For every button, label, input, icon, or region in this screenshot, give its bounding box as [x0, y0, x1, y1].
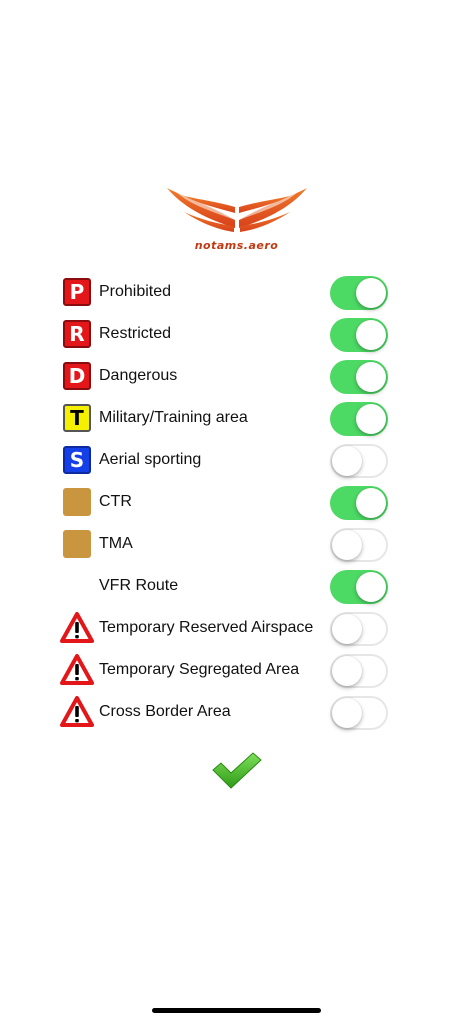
toggle-knob	[332, 698, 362, 728]
toggle-switch[interactable]	[330, 444, 388, 478]
filter-label: Aerial sporting	[99, 451, 202, 468]
confirm-button[interactable]	[211, 752, 263, 790]
filter-row-restricted: R Restricted	[0, 314, 473, 354]
checkmark-icon	[212, 752, 262, 789]
toggle-knob	[332, 656, 362, 686]
toggle-knob	[356, 488, 386, 518]
filter-row-prohibited: P Prohibited	[0, 272, 473, 312]
toggle-switch[interactable]	[330, 402, 388, 436]
filter-label: TMA	[99, 535, 133, 552]
filter-row-military-training-area: T Military/Training area	[0, 398, 473, 438]
home-indicator[interactable]	[152, 1008, 321, 1013]
filter-label: VFR Route	[99, 577, 179, 594]
toggle-knob	[356, 572, 386, 602]
filter-label: Cross Border Area	[99, 703, 231, 720]
area-type-r-icon: R	[63, 320, 91, 348]
toggle-switch[interactable]	[330, 276, 388, 310]
layer-filter-screen: notams.aero P Prohibited R Restricted D Dange…	[0, 0, 473, 1024]
warning-triangle-icon	[60, 654, 94, 685]
filter-row-temporary-segregated-area: Temporary Segregated Area	[0, 650, 473, 690]
toggle-switch[interactable]	[330, 654, 388, 688]
filter-label: Temporary Segregated Area	[99, 661, 300, 678]
app-logo: notams.aero	[0, 182, 473, 262]
toggle-knob	[356, 404, 386, 434]
area-square-icon	[63, 530, 91, 558]
filter-label: Restricted	[99, 325, 172, 342]
wings-logo-icon	[167, 188, 307, 232]
filter-label: Dangerous	[99, 367, 178, 384]
filter-row-aerial-sporting: S Aerial sporting	[0, 440, 473, 480]
toggle-switch[interactable]	[330, 528, 388, 562]
filter-label: CTR	[99, 493, 132, 510]
toggle-switch[interactable]	[330, 612, 388, 646]
filter-label: Military/Training area	[99, 409, 248, 426]
area-type-p-icon: P	[63, 278, 91, 306]
toggle-switch[interactable]	[330, 570, 388, 604]
warning-triangle-icon	[60, 612, 94, 643]
filter-row-cross-border-area: Cross Border Area	[0, 692, 473, 732]
filter-row-dangerous: D Dangerous	[0, 356, 473, 396]
toggle-knob	[332, 530, 362, 560]
toggle-switch[interactable]	[330, 360, 388, 394]
warning-triangle-icon	[60, 696, 94, 727]
filter-label: Prohibited	[99, 283, 172, 300]
filter-row-tma: TMA	[0, 524, 473, 564]
toggle-knob	[356, 362, 386, 392]
toggle-knob	[356, 320, 386, 350]
toggle-knob	[332, 614, 362, 644]
area-type-d-icon: D	[63, 362, 91, 390]
toggle-knob	[356, 278, 386, 308]
toggle-switch[interactable]	[330, 696, 388, 730]
toggle-knob	[332, 446, 362, 476]
filter-row-temporary-reserved-airspace: Temporary Reserved Airspace	[0, 608, 473, 648]
filter-label: Temporary Reserved Airspace	[99, 619, 314, 636]
filter-row-ctr: CTR	[0, 482, 473, 522]
toggle-switch[interactable]	[330, 486, 388, 520]
area-type-s-icon: S	[63, 446, 91, 474]
area-square-icon	[63, 488, 91, 516]
area-type-t-icon: T	[63, 404, 91, 432]
toggle-switch[interactable]	[330, 318, 388, 352]
filter-row-vfr-route: VFR Route	[0, 566, 473, 606]
brand-text: notams.aero	[194, 239, 279, 252]
